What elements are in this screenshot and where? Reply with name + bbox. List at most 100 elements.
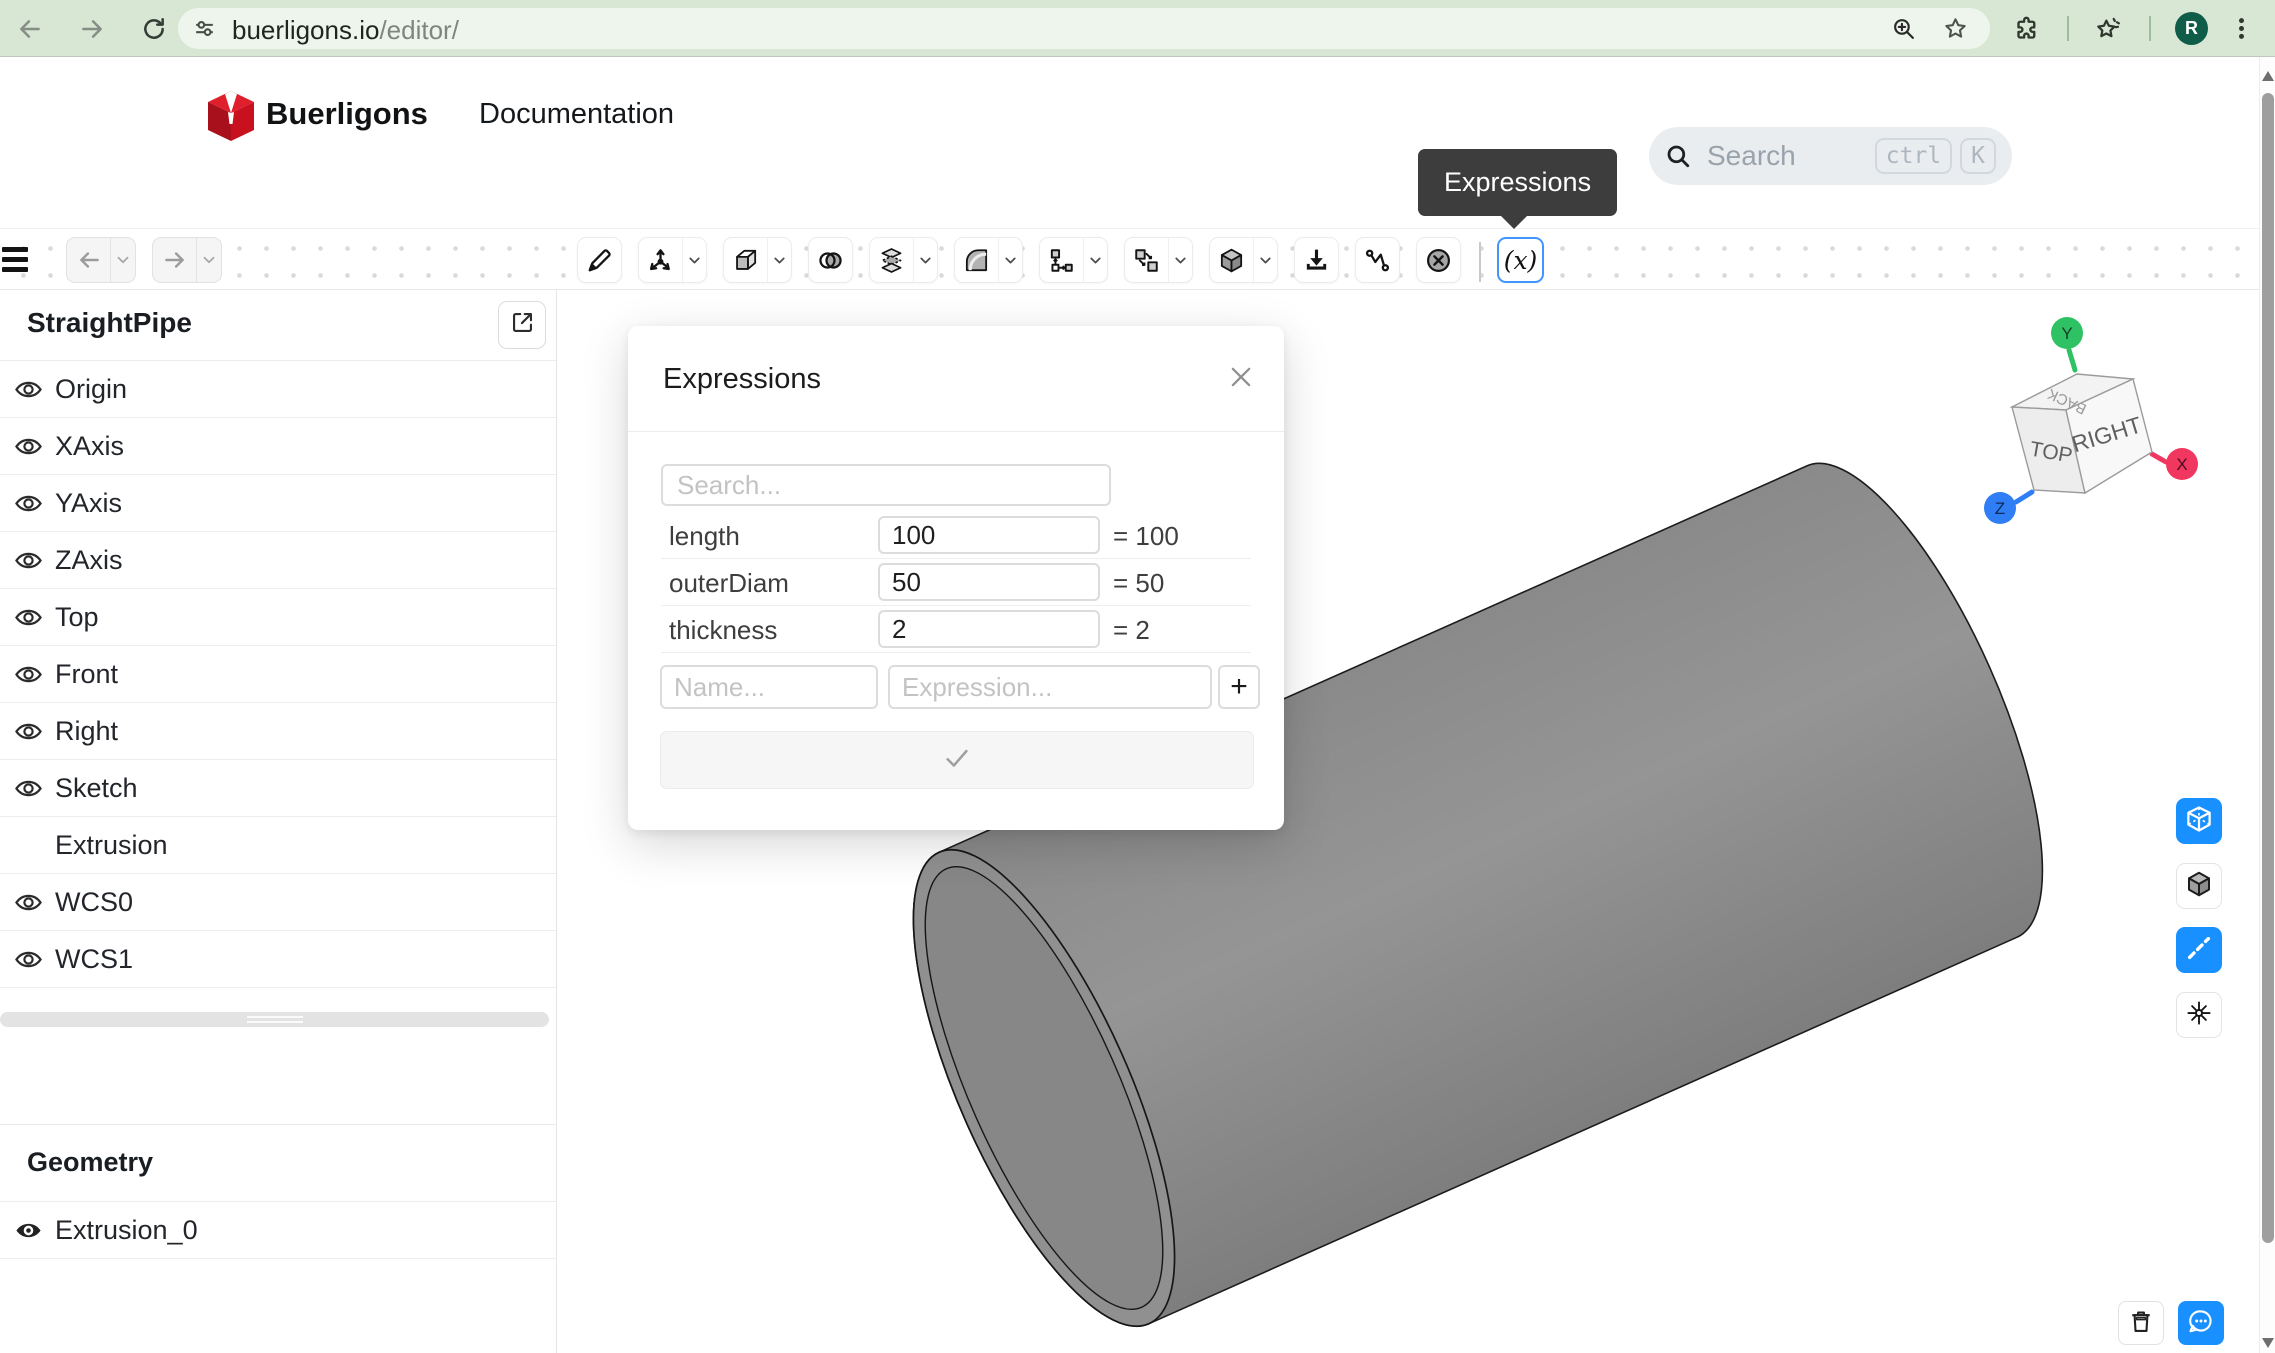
scrollbar-down-arrow[interactable] — [2262, 1338, 2274, 1348]
feedback-button[interactable] — [2178, 1301, 2224, 1345]
expression-value-input[interactable] — [878, 563, 1100, 601]
site-info-icon[interactable] — [192, 16, 217, 41]
close-icon — [1228, 364, 1254, 395]
sidebar-item-sketch[interactable]: Sketch — [0, 760, 556, 817]
eye-visible-icon[interactable] — [14, 375, 43, 404]
open-external-button[interactable] — [498, 301, 546, 349]
brand-name[interactable]: Buerligons — [266, 96, 428, 132]
toolbar-import-button[interactable] — [1294, 237, 1339, 283]
toolbar-remove-button[interactable] — [1416, 237, 1461, 283]
global-search[interactable]: ctrl K — [1649, 127, 2012, 185]
sidebar-item-origin[interactable]: Origin — [0, 361, 556, 418]
solid-dropdown-chevron-icon[interactable] — [1253, 238, 1277, 282]
sidebar-item-extrusion[interactable]: Extrusion — [0, 817, 556, 874]
browser-menu-icon[interactable] — [2228, 15, 2255, 42]
new-expression-name-input[interactable] — [660, 665, 878, 709]
sidebar-item-yaxis[interactable]: YAxis — [0, 475, 556, 532]
browser-forward-icon[interactable] — [79, 16, 105, 42]
undo-dropdown-chevron-icon[interactable] — [110, 238, 135, 282]
sidebar-item-wcs0[interactable]: WCS0 — [0, 874, 556, 931]
sidebar-hscrollbar[interactable] — [0, 1012, 549, 1027]
page-scrollbar[interactable] — [2259, 57, 2275, 1353]
toolbar-boolean-button[interactable] — [808, 237, 853, 283]
sidebar-item-right[interactable]: Right — [0, 703, 556, 760]
cube-icon — [1210, 238, 1253, 282]
profile-avatar[interactable]: R — [2175, 12, 2208, 45]
new-expression-value-input[interactable] — [888, 665, 1212, 709]
point-snap-button[interactable] — [2176, 992, 2222, 1038]
toolbar-sketch-button[interactable] — [577, 237, 622, 283]
view-cube-gizmo[interactable]: BACK TOP RIGHT Y X Z — [1980, 312, 2240, 542]
sidebar-item-xaxis[interactable]: XAxis — [0, 418, 556, 475]
undo-arrow-icon[interactable] — [67, 238, 110, 282]
scrollbar-grip[interactable] — [247, 1016, 303, 1026]
browser-refresh-icon[interactable] — [141, 16, 167, 42]
eye-visible-icon[interactable] — [14, 489, 43, 518]
sidebar-item-label: XAxis — [55, 431, 124, 462]
eye-visible-icon[interactable] — [14, 774, 43, 803]
browser-back-icon[interactable] — [17, 16, 43, 42]
redo-button[interactable] — [152, 237, 222, 283]
toolbar-work-geometry-button[interactable] — [638, 237, 707, 283]
eye-visible-icon[interactable] — [14, 945, 43, 974]
search-input[interactable] — [1707, 140, 1867, 172]
nav-documentation-link[interactable]: Documentation — [479, 98, 674, 131]
brand-logo-icon[interactable] — [206, 90, 256, 142]
add-expression-button[interactable]: + — [1218, 665, 1260, 709]
app-header: Buerligons Documentation ctrl K — [0, 58, 2259, 228]
eye-visible-icon[interactable] — [14, 888, 43, 917]
slice-dropdown-chevron-icon[interactable] — [913, 238, 937, 282]
modal-close-button[interactable] — [1224, 362, 1258, 396]
toolbar-slice-button[interactable] — [869, 237, 938, 283]
expression-value-input[interactable] — [878, 610, 1100, 648]
redo-dropdown-chevron-icon[interactable] — [196, 238, 221, 282]
fillet-dropdown-chevron-icon[interactable] — [998, 238, 1022, 282]
sidebar-item-zaxis[interactable]: ZAxis — [0, 532, 556, 589]
bookmark-star-icon[interactable] — [1943, 16, 1968, 41]
toolbar-transform-button[interactable] — [1124, 237, 1193, 283]
dashed-hidden-lines-button[interactable] — [2176, 927, 2222, 973]
delete-button[interactable] — [2118, 1301, 2164, 1345]
toolbar-extrude-button[interactable] — [723, 237, 792, 283]
expression-search-input[interactable] — [661, 464, 1111, 506]
toolbar-solid-button[interactable] — [1209, 237, 1278, 283]
eye-visible-icon[interactable] — [14, 660, 43, 689]
shaded-view-button[interactable] — [2176, 863, 2222, 909]
sidebar-item-extrusion_0[interactable]: Extrusion_0 — [0, 1202, 557, 1259]
favorites-star-icon[interactable] — [2094, 15, 2121, 42]
toolbar-distribute-button[interactable] — [1039, 237, 1108, 283]
work-geometry-dropdown-chevron-icon[interactable] — [682, 238, 706, 282]
toolbar-expressions-button[interactable]: (x) — [1497, 237, 1544, 283]
redo-arrow-icon[interactable] — [153, 238, 196, 282]
toolbar-fillet-button[interactable] — [954, 237, 1023, 283]
expression-value-input[interactable] — [878, 516, 1100, 554]
extensions-icon[interactable] — [2014, 15, 2041, 42]
scrollbar-thumb[interactable] — [2262, 93, 2274, 1243]
sidebar-item-top[interactable]: Top — [0, 589, 556, 646]
eye-visible-icon[interactable] — [14, 717, 43, 746]
sidebar-item-wcs1[interactable]: WCS1 — [0, 931, 556, 988]
transform-dropdown-chevron-icon[interactable] — [1168, 238, 1192, 282]
eye-visible-filled-icon[interactable] — [14, 1216, 43, 1245]
eye-visible-icon[interactable] — [14, 546, 43, 575]
confirm-button[interactable] — [660, 731, 1254, 789]
chrome-separator — [2067, 16, 2069, 41]
sidebar-item-front[interactable]: Front — [0, 646, 556, 703]
kbd-ctrl: ctrl — [1875, 138, 1952, 174]
url-text[interactable]: buerligons.io/editor/ — [232, 15, 459, 46]
eye-visible-icon[interactable] — [14, 603, 43, 632]
shaded-edges-view-button[interactable] — [2176, 798, 2222, 844]
sidebar-item-label: Extrusion — [55, 830, 168, 861]
distribute-dropdown-chevron-icon[interactable] — [1083, 238, 1107, 282]
spline-icon — [1356, 238, 1399, 282]
eye-visible-icon[interactable] — [14, 432, 43, 461]
toolbar-tools: (x) — [577, 237, 1560, 283]
sidebar-item-label: Origin — [55, 374, 127, 405]
toolbar-sketch-path-button[interactable] — [1355, 237, 1400, 283]
scrollbar-up-arrow[interactable] — [2262, 71, 2274, 81]
url-bar[interactable]: buerligons.io/editor/ — [178, 8, 1990, 49]
zoom-icon[interactable] — [1891, 16, 1916, 41]
extrude-dropdown-chevron-icon[interactable] — [767, 238, 791, 282]
menu-hamburger-icon[interactable] — [2, 247, 28, 273]
undo-button[interactable] — [66, 237, 136, 283]
